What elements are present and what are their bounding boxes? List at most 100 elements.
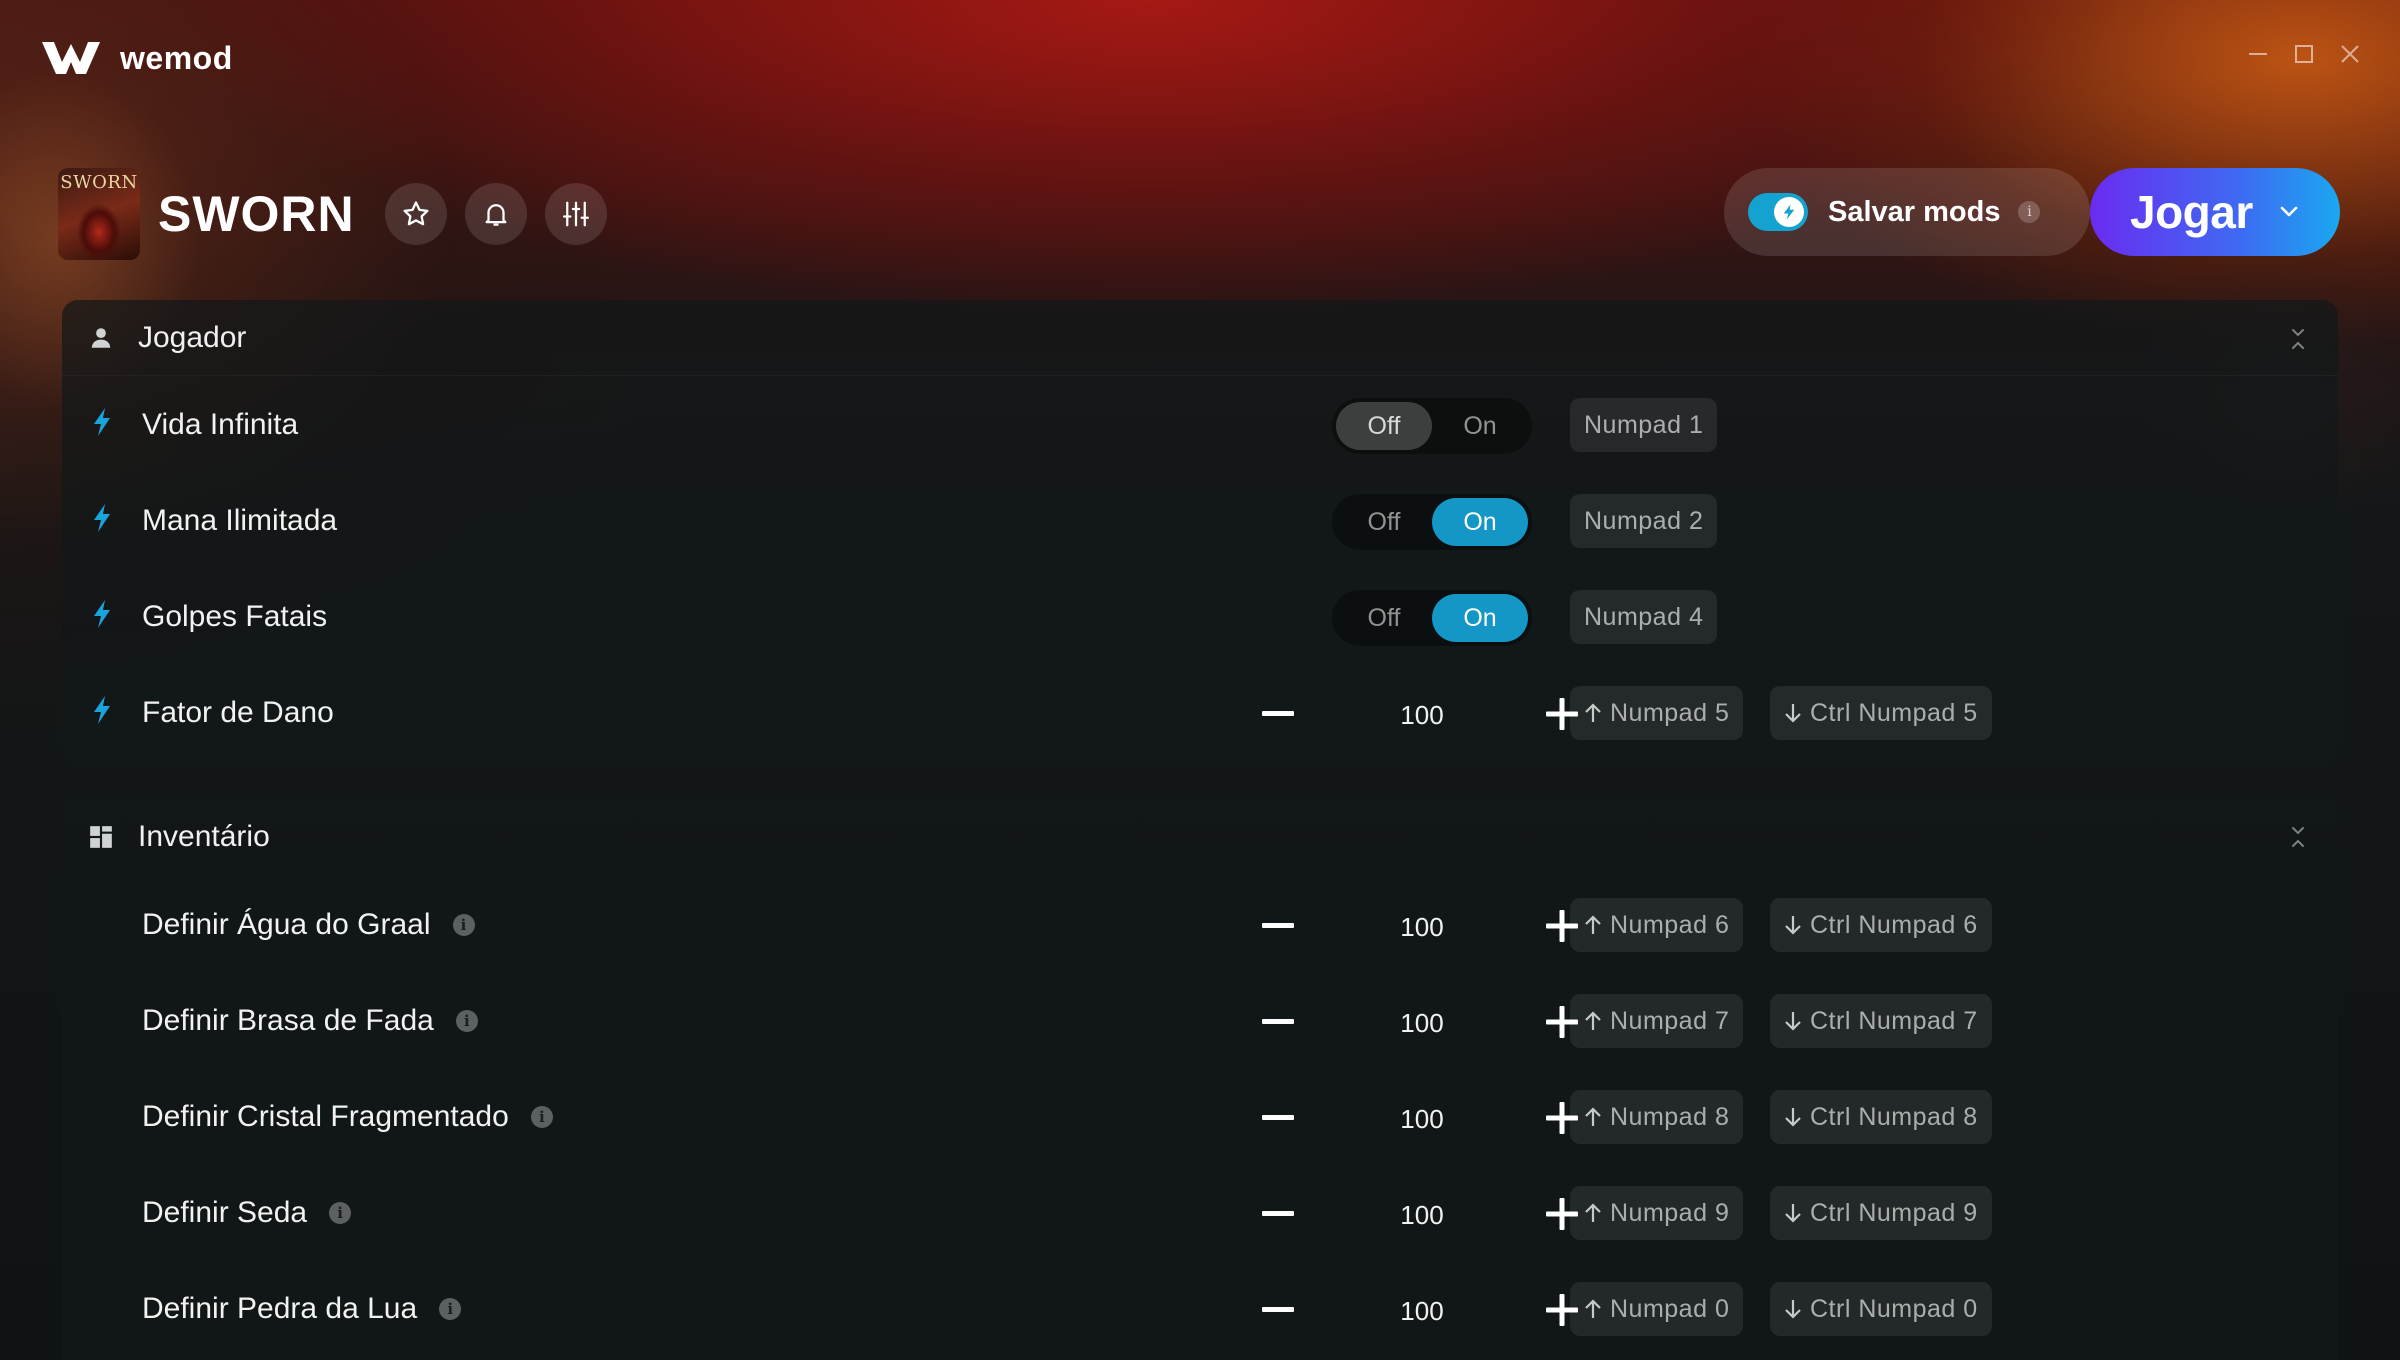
hotkey-label: Ctrl Numpad 7 <box>1810 1006 1978 1035</box>
decrement-button[interactable] <box>1252 1092 1304 1144</box>
game-action-buttons <box>384 183 607 245</box>
decrement-button[interactable] <box>1252 1188 1304 1240</box>
save-mods-info-icon[interactable]: i <box>2018 201 2041 223</box>
hotkey-increase-badge[interactable]: Numpad 9 <box>1570 1186 1744 1240</box>
mod-row-golpes-fatais: Golpes Fatais Off On Numpad 4 <box>62 568 2338 664</box>
stepper-value[interactable]: 100 <box>1362 1296 1482 1327</box>
chevron-down-icon[interactable] <box>2279 205 2299 219</box>
play-button[interactable]: Jogar <box>2090 168 2340 256</box>
grid-icon <box>90 826 112 848</box>
bolt-icon <box>94 408 110 436</box>
favorite-button[interactable] <box>384 183 447 245</box>
minus-icon <box>1262 1019 1294 1024</box>
value-stepper: 100 <box>1252 996 1592 1048</box>
arrow-up-icon <box>1585 1107 1601 1126</box>
arrow-up-icon <box>1585 1203 1601 1222</box>
section-header[interactable]: Inventário <box>62 798 2338 876</box>
mod-label: Fator de Dano <box>142 696 334 729</box>
hotkey-decrease-badge[interactable]: Ctrl Numpad 8 <box>1770 1090 1992 1144</box>
arrow-up-icon <box>1585 1011 1601 1030</box>
toggle-off-option[interactable]: Off <box>1336 594 1432 642</box>
mod-row-definir-cristal-fragmentado: Definir Cristal Fragmentado i 100 Numpad … <box>62 1068 2338 1164</box>
info-icon[interactable]: i <box>439 1298 462 1320</box>
collapse-icon[interactable] <box>2288 824 2308 850</box>
save-mods-switch[interactable] <box>1748 193 1808 231</box>
decrement-button[interactable] <box>1252 996 1304 1048</box>
hotkey-label: Numpad 2 <box>1584 506 1704 535</box>
notifications-button[interactable] <box>464 183 527 245</box>
wemod-logo-icon <box>42 42 100 74</box>
save-mods-label: Salvar mods <box>1828 195 2001 228</box>
app-name: wemod <box>120 39 233 76</box>
info-icon[interactable]: i <box>455 1010 478 1032</box>
section-title: Inventário <box>138 820 270 853</box>
hotkey-decrease-badge[interactable]: Ctrl Numpad 7 <box>1770 994 1992 1048</box>
minus-icon <box>1262 1115 1294 1120</box>
hotkey-increase-badge[interactable]: Numpad 0 <box>1570 1282 1744 1336</box>
hotkey-increase-badge[interactable]: Numpad 6 <box>1570 898 1744 952</box>
arrow-up-icon <box>1585 703 1601 722</box>
toggle-on-option[interactable]: On <box>1432 498 1528 546</box>
toggle-on-option[interactable]: On <box>1432 402 1528 450</box>
hotkey-increase-badge[interactable]: Numpad 5 <box>1570 686 1744 740</box>
game-thumbnail-logo: SWORN <box>60 172 138 193</box>
hotkey-decrease-badge[interactable]: Ctrl Numpad 9 <box>1770 1186 1992 1240</box>
toggle-off-option[interactable]: Off <box>1336 498 1432 546</box>
save-mods-toggle[interactable]: Salvar mods i <box>1724 168 2090 256</box>
mod-label: Definir Seda <box>142 1196 308 1229</box>
hotkey-increase-badge[interactable]: Numpad 7 <box>1570 994 1744 1048</box>
hotkey-label: Numpad 0 <box>1610 1294 1730 1323</box>
game-thumbnail-art <box>74 202 124 260</box>
maximize-icon[interactable] <box>2294 44 2314 64</box>
stepper-value[interactable]: 100 <box>1362 1104 1482 1135</box>
decrement-button[interactable] <box>1252 900 1304 952</box>
settings-sliders-button[interactable] <box>544 183 607 245</box>
section-inventario: Inventário Definir Água do Graal i 100 Nu… <box>62 798 2338 1360</box>
arrow-down-icon <box>1785 1204 1801 1223</box>
hotkey-increase-badge[interactable]: Numpad 8 <box>1570 1090 1744 1144</box>
hotkey-decrease-badge[interactable]: Ctrl Numpad 5 <box>1770 686 1992 740</box>
toggle-switch[interactable]: Off On <box>1332 494 1532 550</box>
toggle-switch[interactable]: Off On <box>1332 398 1532 454</box>
info-icon[interactable]: i <box>329 1202 352 1224</box>
arrow-down-icon <box>1785 1012 1801 1031</box>
hotkey-badge[interactable]: Numpad 2 <box>1570 494 1718 548</box>
game-thumbnail: SWORN <box>58 168 140 260</box>
mod-row-mana-ilimitada: Mana Ilimitada Off On Numpad 2 <box>62 472 2338 568</box>
arrow-down-icon <box>1785 704 1801 723</box>
bolt-icon <box>1783 204 1795 220</box>
section-title: Jogador <box>138 320 247 354</box>
hotkey-label: Numpad 9 <box>1610 1198 1730 1227</box>
minus-icon <box>1262 711 1294 716</box>
stepper-value[interactable]: 100 <box>1362 1200 1482 1231</box>
decrement-button[interactable] <box>1252 688 1304 740</box>
arrow-up-icon <box>1585 1299 1601 1318</box>
info-icon[interactable]: i <box>530 1106 553 1128</box>
mod-row-definir-seda: Definir Seda i 100 Numpad 9 Ctrl Numpad 9 <box>62 1164 2338 1260</box>
mod-row-fator-de-dano: Fator de Dano 100 Numpad 5 Ctrl Numpad 5 <box>62 664 2338 760</box>
section-header[interactable]: Jogador <box>62 300 2338 376</box>
mod-label: Golpes Fatais <box>142 600 328 633</box>
toggle-switch[interactable]: Off On <box>1332 590 1532 646</box>
hotkey-label: Ctrl Numpad 0 <box>1810 1294 1978 1323</box>
hotkey-decrease-badge[interactable]: Ctrl Numpad 0 <box>1770 1282 1992 1336</box>
game-title: SWORN <box>158 186 355 242</box>
bolt-icon <box>94 504 110 532</box>
stepper-value[interactable]: 100 <box>1362 1008 1482 1039</box>
arrow-down-icon <box>1785 1300 1801 1319</box>
section-jogador: Jogador Vida Infinita Off On Numpad 1 Ma… <box>62 300 2338 764</box>
stepper-value[interactable]: 100 <box>1362 700 1482 731</box>
minimize-icon[interactable] <box>2248 44 2268 64</box>
close-icon[interactable] <box>2340 44 2360 64</box>
hotkey-badge[interactable]: Numpad 1 <box>1570 398 1718 452</box>
decrement-button[interactable] <box>1252 1284 1304 1336</box>
info-icon[interactable]: i <box>452 914 475 936</box>
toggle-on-option[interactable]: On <box>1432 594 1528 642</box>
stepper-value[interactable]: 100 <box>1362 912 1482 943</box>
arrow-down-icon <box>1785 916 1801 935</box>
hotkey-decrease-badge[interactable]: Ctrl Numpad 6 <box>1770 898 1992 952</box>
app-logo: wemod <box>40 38 233 78</box>
toggle-off-option[interactable]: Off <box>1336 402 1432 450</box>
collapse-icon[interactable] <box>2288 326 2308 352</box>
hotkey-badge[interactable]: Numpad 4 <box>1570 590 1718 644</box>
